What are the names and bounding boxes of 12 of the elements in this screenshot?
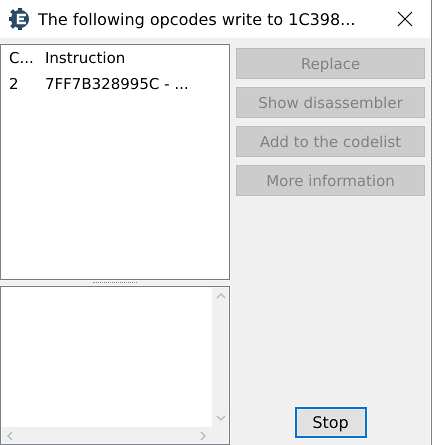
text-area[interactable]: [0, 286, 230, 445]
table-cell-text: 2: [8, 75, 20, 93]
stop-button[interactable]: Stop: [294, 407, 366, 438]
horizontal-scrollbar[interactable]: [1, 427, 212, 444]
splitter-grip[interactable]: [93, 282, 137, 284]
gear-icon: [8, 7, 32, 31]
vertical-scrollbar[interactable]: [212, 287, 229, 427]
column-header[interactable]: C...: [1, 49, 37, 67]
close-icon[interactable]: [397, 11, 413, 27]
table-cell-text: 7FF7B328995C - ...: [44, 75, 189, 93]
window-title: The following opcodes write to 1C398...: [38, 10, 356, 28]
column-header[interactable]: Instruction: [37, 49, 126, 67]
